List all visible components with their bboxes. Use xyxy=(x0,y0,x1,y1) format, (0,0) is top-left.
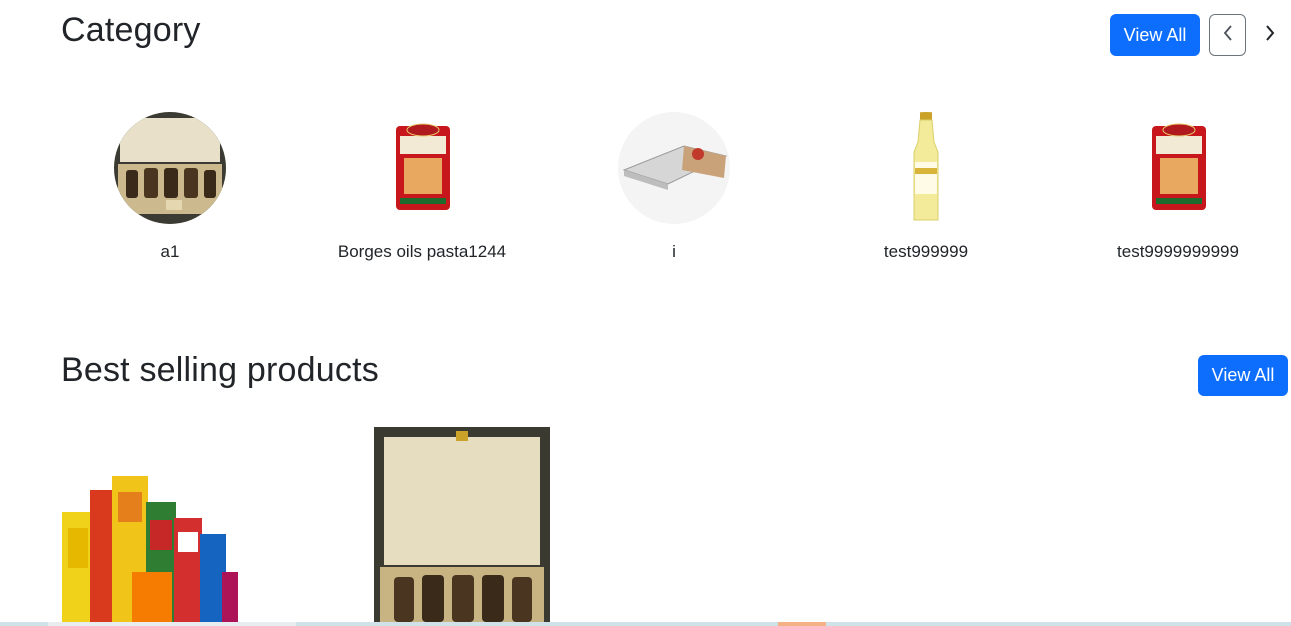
best-selling-view-all-button[interactable]: View All xyxy=(1198,355,1288,396)
chevron-right-icon xyxy=(1264,23,1276,48)
category-item-borges[interactable]: Borges oils pasta1244 xyxy=(312,112,532,262)
grocery-assortment-icon xyxy=(62,476,238,622)
category-item-label: test999999 xyxy=(883,242,969,261)
product-card-grocery[interactable] xyxy=(62,472,238,622)
tray-box-icon xyxy=(618,112,730,224)
product-card-gift-box[interactable] xyxy=(374,427,550,622)
category-title: Category xyxy=(61,11,201,49)
category-item-label: test9999999999 xyxy=(1117,242,1239,261)
category-item-test999999[interactable]: test999999 xyxy=(816,112,1036,262)
category-item-label: a1 xyxy=(160,242,180,261)
best-selling-title: Best selling products xyxy=(61,351,379,389)
category-next-button[interactable] xyxy=(1254,14,1286,56)
category-item-a1[interactable]: a1 xyxy=(60,112,280,262)
category-item-label: i xyxy=(672,242,676,261)
scroll-segment xyxy=(778,622,826,626)
bottom-scroll-strip xyxy=(0,622,1291,626)
oil-bottle-icon xyxy=(870,112,982,224)
chevron-left-icon xyxy=(1222,23,1234,48)
gift-box-icon xyxy=(114,112,226,224)
category-prev-button[interactable] xyxy=(1209,14,1246,56)
category-view-all-button[interactable]: View All xyxy=(1110,14,1200,56)
pasta-pack-icon xyxy=(1122,112,1234,224)
scroll-segment xyxy=(48,622,296,626)
gift-box-icon xyxy=(374,427,550,622)
category-item-i[interactable]: i xyxy=(564,112,784,262)
category-item-test9999999999[interactable]: test9999999999 xyxy=(1068,112,1288,262)
category-item-label: Borges oils pasta1244 xyxy=(337,242,507,261)
pasta-pack-icon xyxy=(366,112,478,224)
